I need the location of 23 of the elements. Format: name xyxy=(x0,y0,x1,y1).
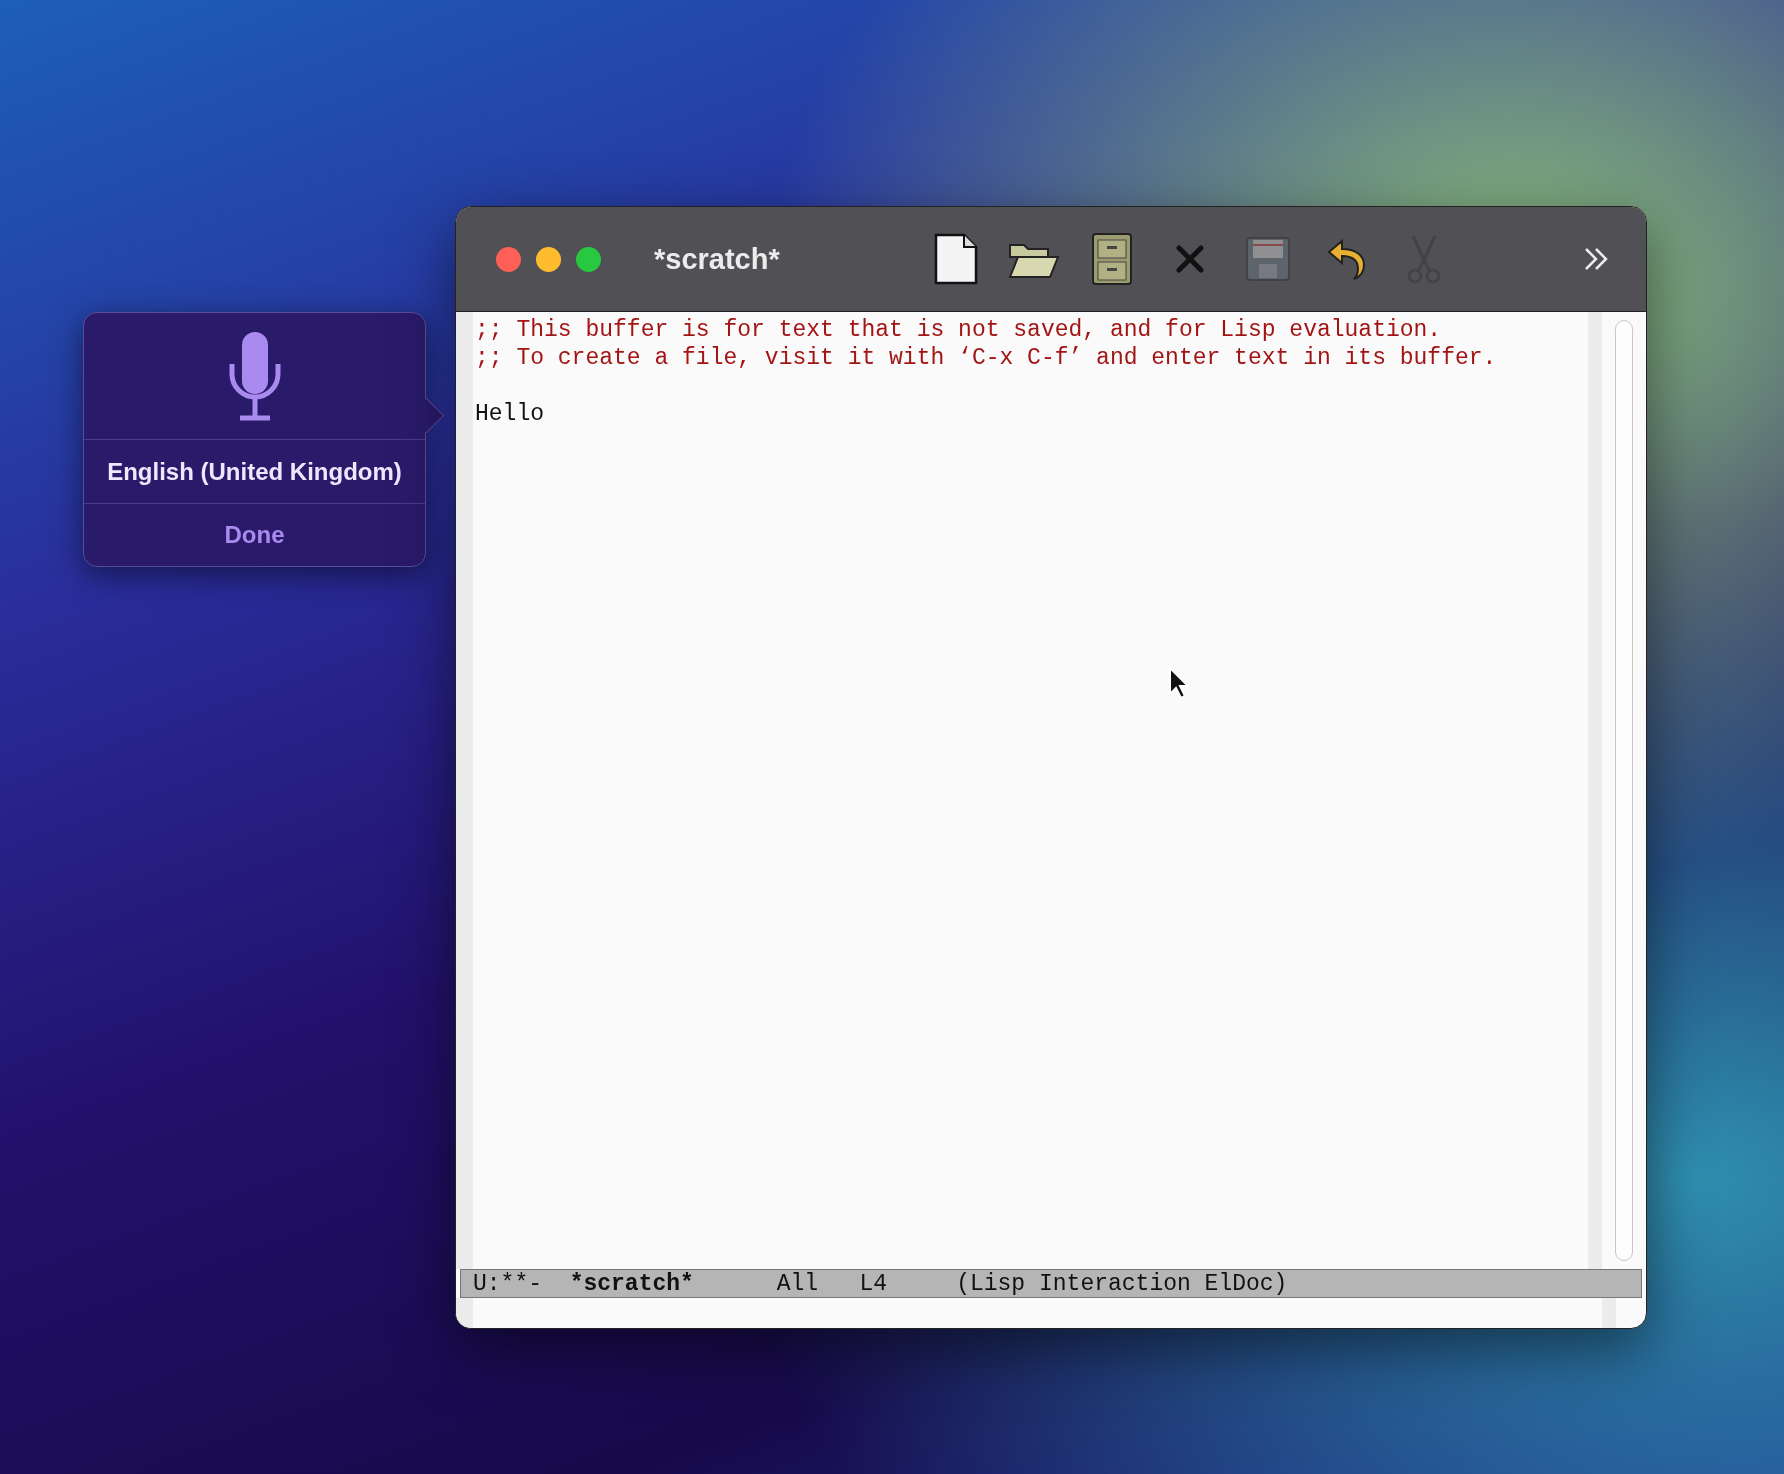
mode-line-text: *scratch* xyxy=(569,1270,694,1297)
text-buffer[interactable]: ;; This buffer is for text that is not saved, and for Lisp evaluation. ;; To create a file, visit it with ‘C-x C-f’ and enter text in its buffer. Hello xyxy=(473,312,1588,1269)
done-button[interactable]: Done xyxy=(84,504,425,566)
minimize-button[interactable] xyxy=(536,246,561,272)
undo-arrow-icon xyxy=(1325,237,1366,281)
close-button[interactable] xyxy=(496,246,521,272)
blank-page-icon xyxy=(932,233,979,285)
file-cabinet-icon xyxy=(1090,232,1133,286)
zoom-button[interactable] xyxy=(576,246,601,272)
mode-line-text: L4 xyxy=(859,1270,888,1297)
scrollbar-thumb[interactable] xyxy=(1615,320,1633,1261)
mode-line-text: (Lisp Interaction ElDoc) xyxy=(956,1270,1288,1297)
language-label: English (United Kingdom) xyxy=(84,440,425,504)
window-title: *scratch* xyxy=(654,242,780,276)
left-fringe xyxy=(456,1298,473,1328)
close-icon xyxy=(1174,244,1205,274)
comment-line: ;; To create a file, visit it with ‘C-x C-f’ and enter text in its buffer. xyxy=(475,344,1498,372)
double-chevron-icon xyxy=(1583,246,1609,272)
mode-line-text: All xyxy=(776,1270,819,1297)
comment-line: ;; This buffer is for text that is not saved, and for Lisp evaluation. xyxy=(475,316,1443,344)
mode-line-text: U:**- xyxy=(473,1270,542,1297)
microphone-icon xyxy=(227,330,282,422)
text-line: Hello xyxy=(475,400,545,428)
